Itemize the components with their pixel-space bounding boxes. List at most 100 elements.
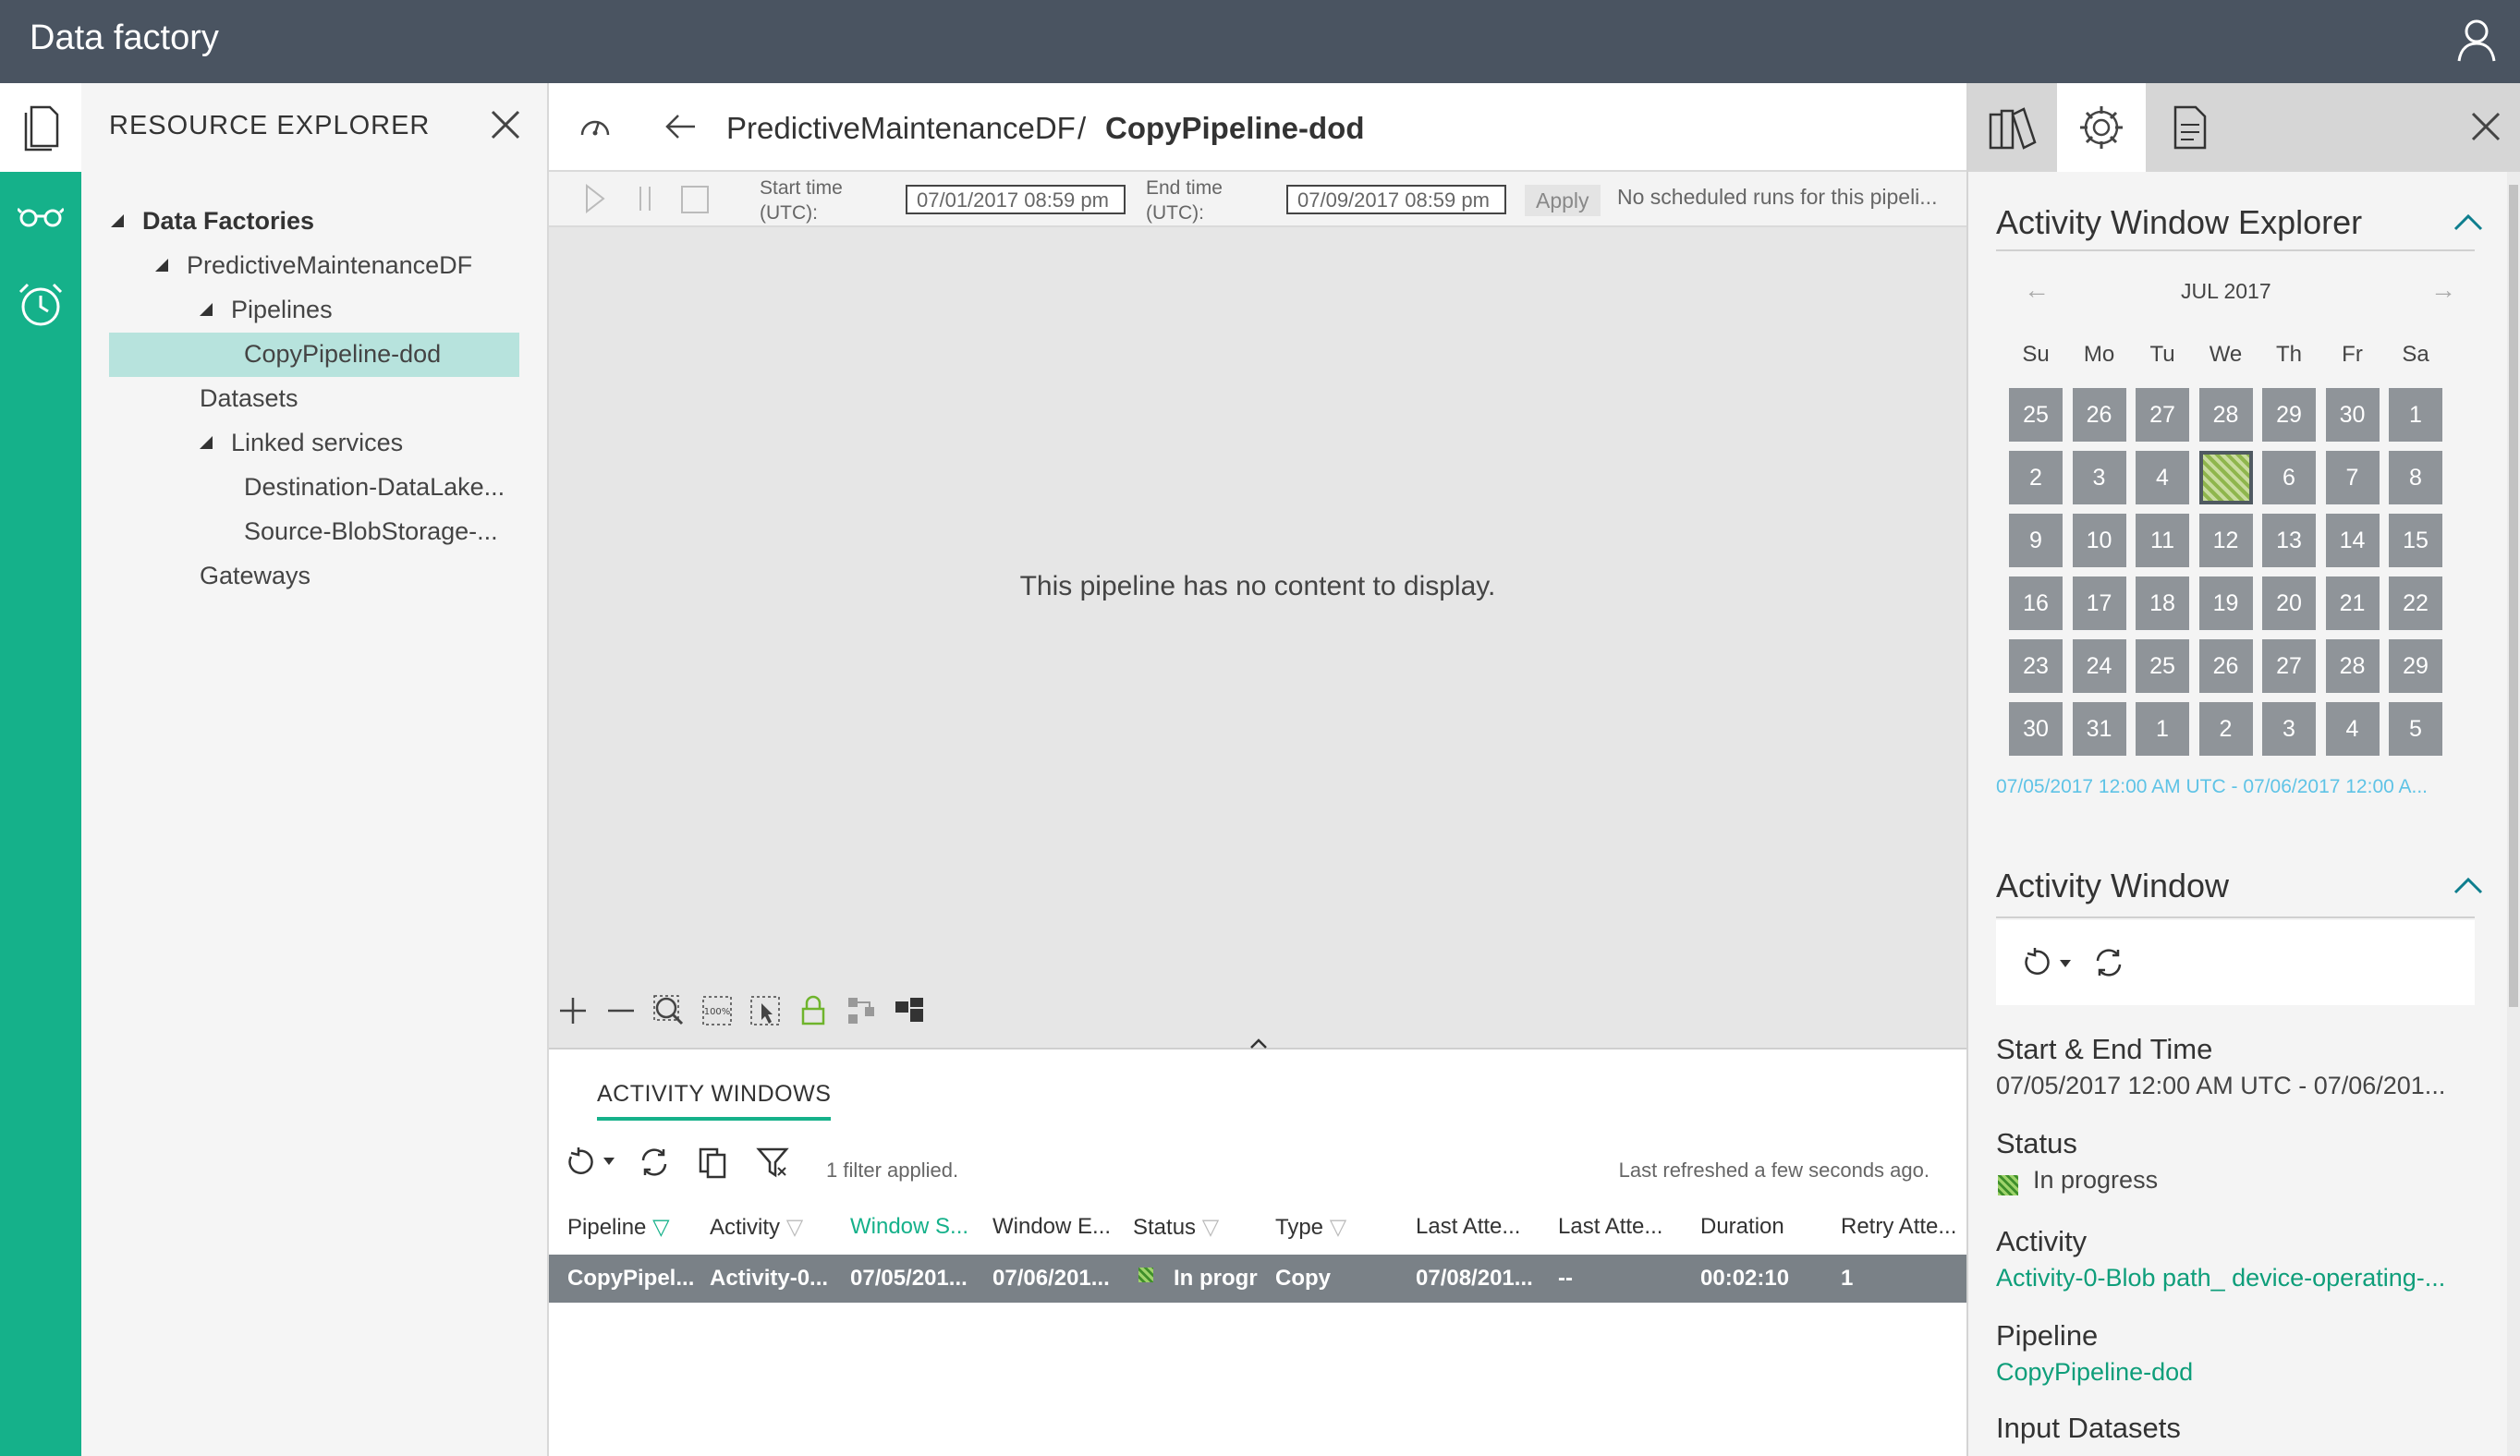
column-header[interactable]: Window E...	[992, 1214, 1111, 1240]
diagram-canvas[interactable]: This pipeline has no content to display.	[549, 227, 1966, 983]
close-icon[interactable]	[490, 109, 521, 140]
close-icon[interactable]	[2470, 111, 2502, 142]
calendar-day[interactable]: 14	[2325, 514, 2380, 567]
refresh-icon[interactable]	[2092, 946, 2125, 979]
calendar-day[interactable]: 6	[2262, 451, 2316, 504]
zoom-out-icon[interactable]	[604, 994, 638, 1027]
column-header[interactable]: Status ▽	[1133, 1214, 1219, 1241]
calendar-day[interactable]: 25	[2009, 388, 2063, 442]
calendar-day[interactable]: 3	[2262, 702, 2316, 756]
expand-triangle-icon[interactable]	[200, 436, 213, 449]
apply-button[interactable]: Apply	[1525, 185, 1601, 216]
column-header[interactable]: Pipeline ▽	[567, 1214, 670, 1241]
chevron-up-icon[interactable]	[1249, 1038, 1268, 1050]
calendar-day[interactable]: 5	[2389, 702, 2442, 756]
calendar-day[interactable]: 23	[2009, 639, 2063, 693]
calendar-day[interactable]: 30	[2325, 388, 2380, 442]
expand-triangle-icon[interactable]	[155, 259, 168, 272]
calendar-day[interactable]: 13	[2262, 514, 2316, 567]
expand-triangle-icon[interactable]	[200, 303, 213, 316]
actual-size-icon[interactable]: 100%	[700, 994, 734, 1027]
tree-node-pipeline-selected[interactable]: CopyPipeline-dod	[109, 333, 519, 377]
collapse-chevron-icon[interactable]	[2453, 876, 2483, 894]
collapse-chevron-icon[interactable]	[2453, 212, 2483, 231]
tab-settings[interactable]	[2057, 83, 2146, 172]
arrange-icon[interactable]	[845, 994, 878, 1027]
copy-icon[interactable]	[697, 1146, 730, 1179]
calendar-day[interactable]: 17	[2072, 576, 2126, 630]
calendar-day[interactable]: 29	[2389, 639, 2442, 693]
properties-scrollbar[interactable]	[2507, 172, 2520, 1456]
filter-icon[interactable]: ▽	[1202, 1215, 1219, 1240]
calendar-day[interactable]: 15	[2389, 514, 2442, 567]
tab-explorer[interactable]	[1968, 83, 2057, 172]
end-time-input[interactable]: 07/09/2017 08:59 pm	[1286, 185, 1506, 214]
expand-triangle-icon[interactable]	[111, 214, 124, 227]
zoom-to-fit-icon[interactable]	[652, 994, 686, 1027]
start-time-input[interactable]: 07/01/2017 08:59 pm	[906, 185, 1126, 214]
calendar-day[interactable]: 27	[2136, 388, 2189, 442]
pause-icon[interactable]	[636, 185, 654, 212]
column-header[interactable]: Type ▽	[1275, 1214, 1346, 1241]
filter-icon[interactable]: ▽	[1330, 1215, 1346, 1240]
refresh-icon[interactable]	[638, 1146, 671, 1179]
minimap-icon[interactable]	[893, 994, 926, 1027]
tree-node-datasets[interactable]: Datasets	[200, 384, 298, 413]
filter-icon[interactable]	[756, 1146, 789, 1179]
rerun-icon[interactable]	[564, 1146, 597, 1179]
tree-node-gateways[interactable]: Gateways	[200, 562, 310, 590]
run-icon[interactable]	[584, 183, 606, 214]
calendar-day[interactable]: 28	[2325, 639, 2380, 693]
activity-link[interactable]: Activity-0-Blob path_ device-operating-.…	[1996, 1264, 2445, 1292]
column-header[interactable]: Retry Atte...	[1841, 1214, 1956, 1240]
pipeline-link[interactable]: CopyPipeline-dod	[1996, 1358, 2193, 1387]
calendar-day[interactable]: 11	[2136, 514, 2189, 567]
calendar-day[interactable]: 4	[2136, 451, 2189, 504]
calendar-day[interactable]: 10	[2072, 514, 2126, 567]
breadcrumb-factory[interactable]: PredictiveMaintenanceDF	[726, 111, 1076, 146]
tree-node-linked-service[interactable]: Destination-DataLake...	[244, 473, 505, 502]
calendar-day[interactable]: 9	[2009, 514, 2063, 567]
calendar-day[interactable]: 28	[2198, 388, 2253, 442]
resource-explorer-nav[interactable]	[0, 83, 81, 172]
column-header[interactable]: Duration	[1700, 1214, 1784, 1240]
calendar-day[interactable]: 1	[2389, 388, 2442, 442]
calendar-day[interactable]: 31	[2072, 702, 2126, 756]
calendar-day[interactable]: 26	[2072, 388, 2126, 442]
column-header[interactable]: Last Atte...	[1416, 1214, 1520, 1240]
tab-properties[interactable]	[2146, 83, 2234, 172]
alerts-nav[interactable]	[0, 261, 81, 349]
calendar-day[interactable]: 2	[2009, 451, 2063, 504]
calendar-prev-button[interactable]: ←	[2024, 275, 2050, 305]
calendar-next-button[interactable]: →	[2430, 275, 2456, 305]
column-header[interactable]: Window S...	[850, 1214, 968, 1240]
tree-node-factory[interactable]: PredictiveMaintenanceDF	[187, 251, 472, 280]
calendar-day[interactable]: 27	[2262, 639, 2316, 693]
zoom-in-icon[interactable]	[556, 994, 590, 1027]
calendar-day[interactable]: 20	[2262, 576, 2316, 630]
calendar-day[interactable]: 18	[2136, 576, 2189, 630]
stop-icon[interactable]	[680, 185, 710, 214]
calendar-day[interactable]: 25	[2136, 639, 2189, 693]
rerun-icon[interactable]	[2020, 946, 2053, 979]
select-icon[interactable]	[749, 994, 782, 1027]
calendar-day-selected[interactable]	[2198, 451, 2253, 504]
calendar-day[interactable]: 3	[2072, 451, 2126, 504]
calendar-day[interactable]: 26	[2198, 639, 2253, 693]
tab-activity-windows[interactable]: ACTIVITY WINDOWS	[597, 1081, 832, 1121]
dropdown-arrow-icon[interactable]	[2059, 959, 2072, 968]
tree-node-linked-service[interactable]: Source-BlobStorage-...	[244, 517, 498, 546]
dropdown-arrow-icon[interactable]	[603, 1157, 615, 1166]
lock-icon[interactable]	[797, 994, 830, 1027]
calendar-day[interactable]: 30	[2009, 702, 2063, 756]
table-row[interactable]: CopyPipel... Activity-0... 07/05/201... …	[549, 1255, 1966, 1303]
calendar-day[interactable]: 19	[2198, 576, 2253, 630]
filter-icon[interactable]: ▽	[652, 1215, 669, 1240]
monitor-nav[interactable]	[0, 172, 81, 261]
calendar-day[interactable]: 16	[2009, 576, 2063, 630]
calendar-day[interactable]: 21	[2325, 576, 2380, 630]
back-arrow-icon[interactable]	[663, 113, 697, 140]
calendar-day[interactable]: 8	[2389, 451, 2442, 504]
column-header[interactable]: Activity ▽	[710, 1214, 803, 1241]
calendar-day[interactable]: 7	[2325, 451, 2380, 504]
